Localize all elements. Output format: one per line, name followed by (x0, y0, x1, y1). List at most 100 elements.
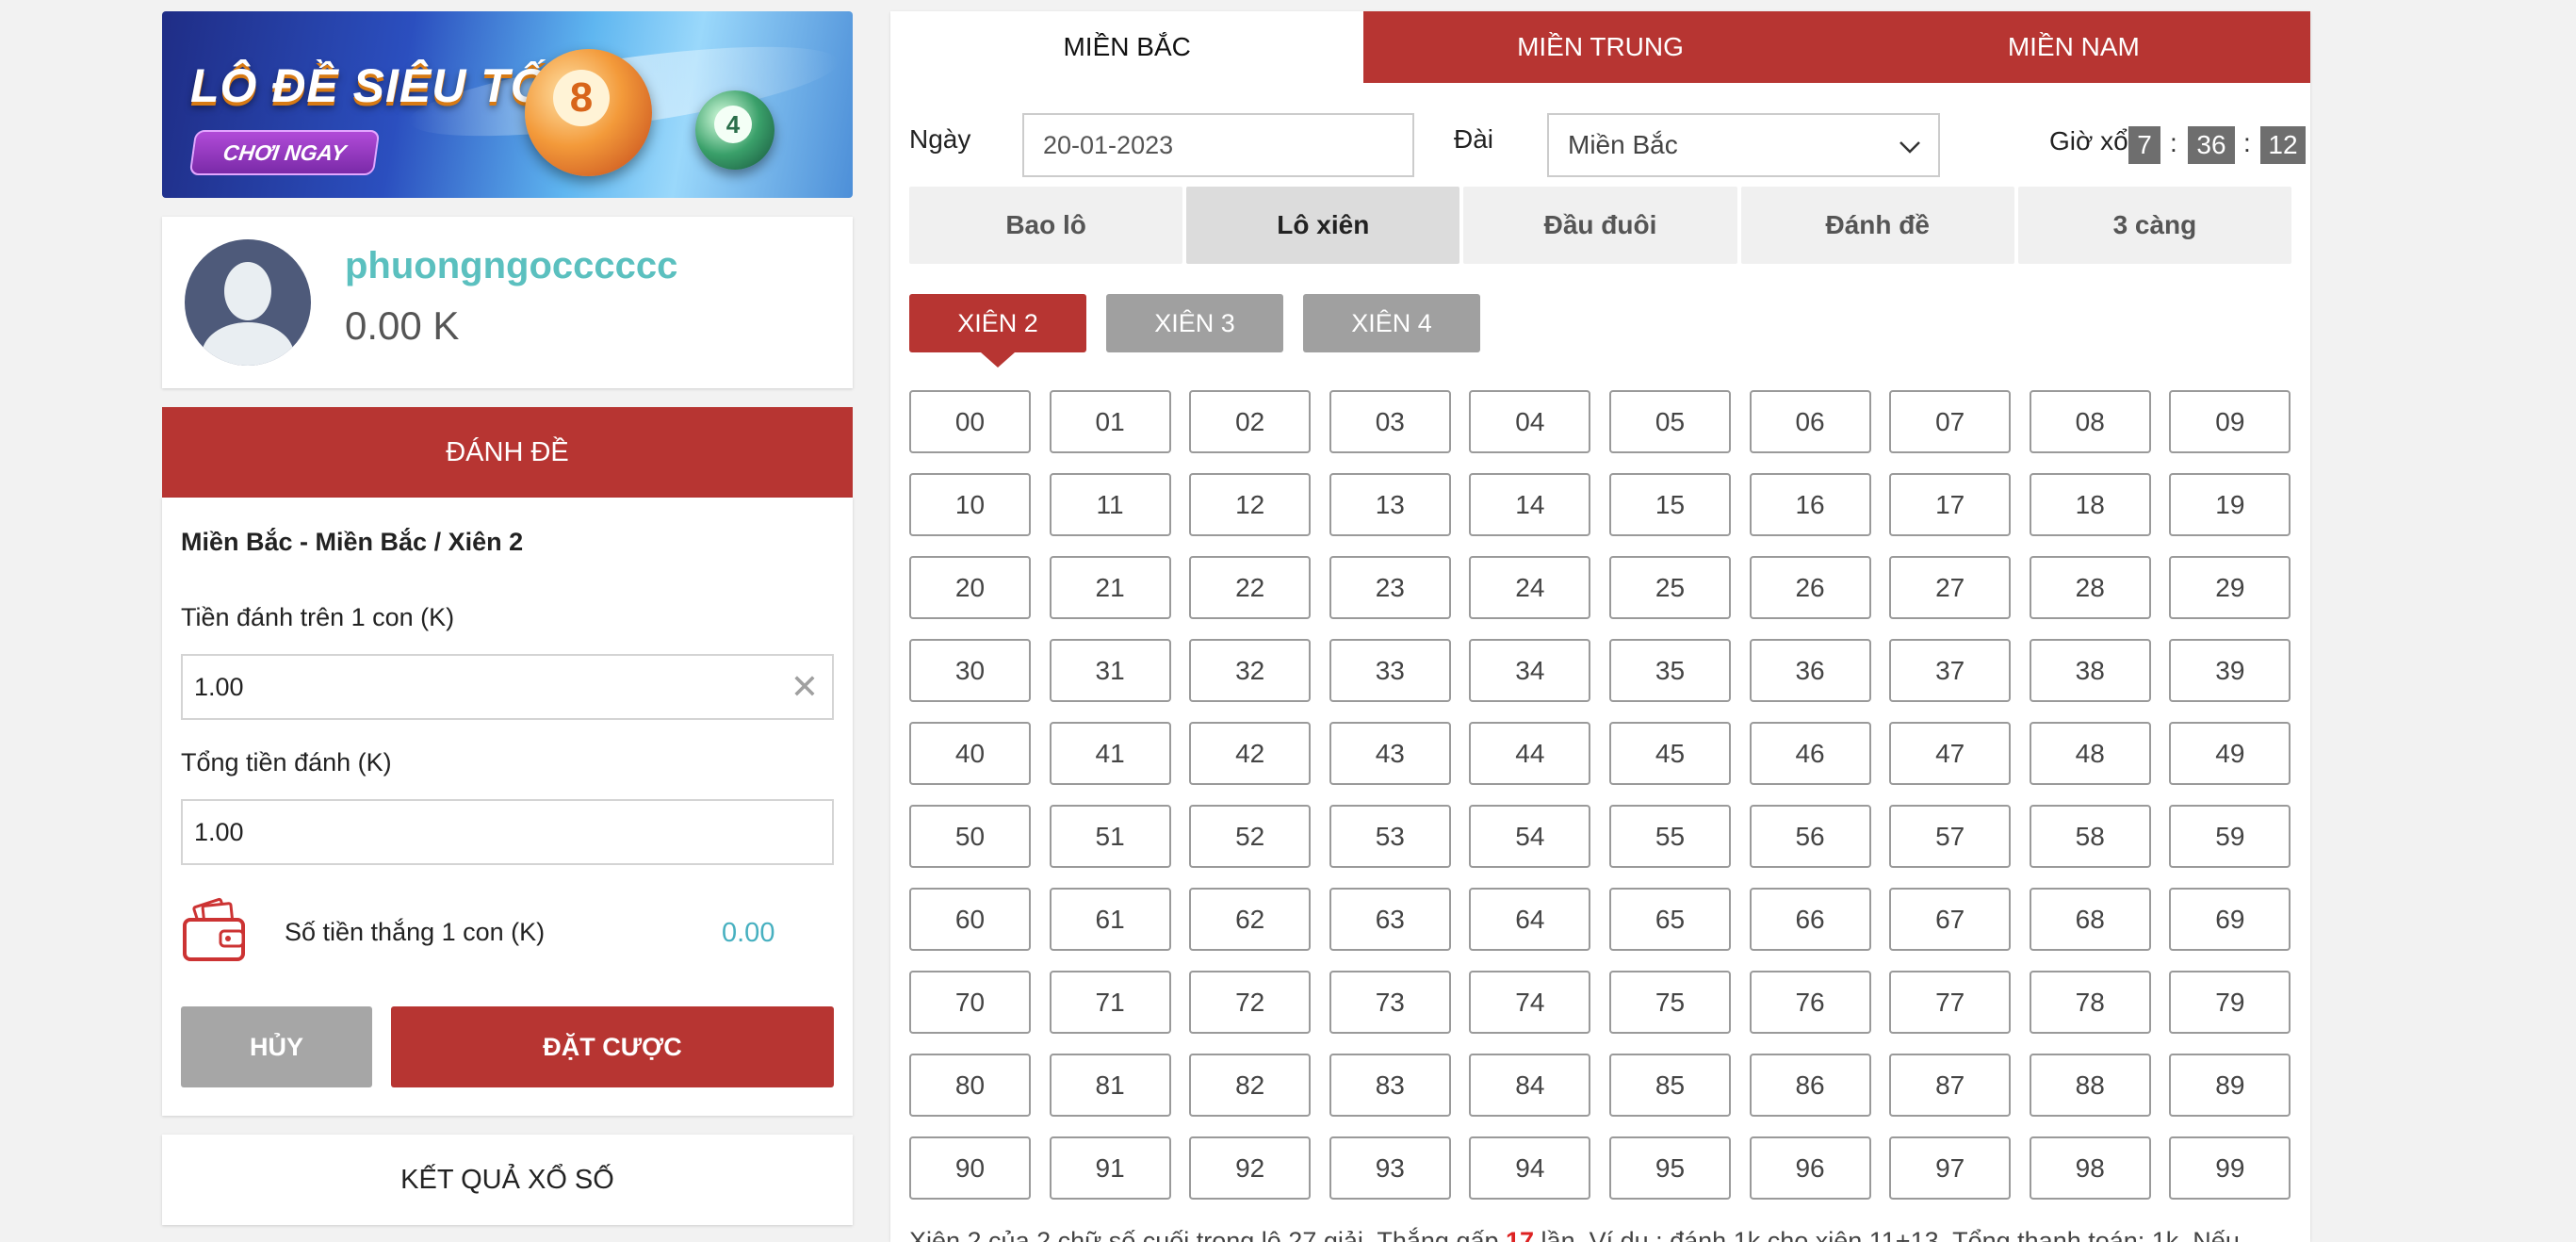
number-cell[interactable]: 59 (2169, 805, 2291, 868)
number-cell[interactable]: 33 (1329, 639, 1451, 702)
number-cell[interactable]: 97 (1889, 1136, 2012, 1200)
number-cell[interactable]: 11 (1049, 473, 1171, 536)
number-cell[interactable]: 28 (2029, 556, 2151, 619)
number-cell[interactable]: 00 (909, 390, 1031, 453)
number-cell[interactable]: 57 (1889, 805, 2012, 868)
number-cell[interactable]: 67 (1889, 888, 2012, 951)
number-cell[interactable]: 18 (2029, 473, 2151, 536)
number-cell[interactable]: 40 (909, 722, 1031, 785)
number-cell[interactable]: 66 (1749, 888, 1871, 951)
number-cell[interactable]: 55 (1608, 805, 1731, 868)
number-cell[interactable]: 88 (2029, 1054, 2151, 1117)
clear-icon[interactable]: ✕ (791, 669, 819, 705)
number-cell[interactable]: 90 (909, 1136, 1031, 1200)
number-cell[interactable]: 89 (2169, 1054, 2291, 1117)
number-cell[interactable]: 51 (1049, 805, 1171, 868)
number-cell[interactable]: 76 (1749, 971, 1871, 1034)
number-cell[interactable]: 05 (1608, 390, 1731, 453)
tab-xien-3[interactable]: XIÊN 3 (1106, 294, 1283, 352)
avatar[interactable] (185, 239, 311, 366)
number-cell[interactable]: 48 (2029, 722, 2151, 785)
number-cell[interactable]: 71 (1049, 971, 1171, 1034)
number-cell[interactable]: 81 (1049, 1054, 1171, 1117)
number-cell[interactable]: 92 (1189, 1136, 1312, 1200)
tab-mien-bac[interactable]: MIỀN BẮC (890, 11, 1364, 83)
number-cell[interactable]: 03 (1329, 390, 1451, 453)
number-cell[interactable]: 63 (1329, 888, 1451, 951)
number-cell[interactable]: 36 (1749, 639, 1871, 702)
play-now-button[interactable]: CHƠI NGAY (188, 130, 381, 175)
number-cell[interactable]: 22 (1189, 556, 1312, 619)
number-cell[interactable]: 47 (1889, 722, 2012, 785)
number-cell[interactable]: 50 (909, 805, 1031, 868)
total-input[interactable]: 1.00 (181, 799, 834, 865)
number-cell[interactable]: 45 (1608, 722, 1731, 785)
number-cell[interactable]: 80 (909, 1054, 1031, 1117)
number-cell[interactable]: 09 (2169, 390, 2291, 453)
date-input[interactable]: 20-01-2023 (1022, 113, 1414, 177)
tab-mien-trung[interactable]: MIỀN TRUNG (1363, 11, 1837, 83)
number-cell[interactable]: 69 (2169, 888, 2291, 951)
number-cell[interactable]: 27 (1889, 556, 2012, 619)
number-cell[interactable]: 39 (2169, 639, 2291, 702)
number-cell[interactable]: 10 (909, 473, 1031, 536)
number-cell[interactable]: 70 (909, 971, 1031, 1034)
number-cell[interactable]: 86 (1749, 1054, 1871, 1117)
number-cell[interactable]: 37 (1889, 639, 2012, 702)
number-cell[interactable]: 04 (1469, 390, 1591, 453)
number-cell[interactable]: 49 (2169, 722, 2291, 785)
number-cell[interactable]: 06 (1749, 390, 1871, 453)
number-cell[interactable]: 74 (1469, 971, 1591, 1034)
tab-3-cang[interactable]: 3 càng (2017, 187, 2292, 264)
number-cell[interactable]: 17 (1889, 473, 2012, 536)
number-cell[interactable]: 41 (1049, 722, 1171, 785)
station-select[interactable]: Miền Bắc (1547, 113, 1940, 177)
number-cell[interactable]: 60 (909, 888, 1031, 951)
number-cell[interactable]: 78 (2029, 971, 2151, 1034)
number-cell[interactable]: 83 (1329, 1054, 1451, 1117)
number-cell[interactable]: 24 (1469, 556, 1591, 619)
number-cell[interactable]: 13 (1329, 473, 1451, 536)
cancel-button[interactable]: HỦY (181, 1006, 372, 1087)
number-cell[interactable]: 84 (1469, 1054, 1591, 1117)
number-cell[interactable]: 42 (1189, 722, 1312, 785)
promo-banner[interactable]: LÔ ĐỀ SIÊU TỐC CHƠI NGAY 8 4 (162, 11, 853, 198)
number-cell[interactable]: 20 (909, 556, 1031, 619)
number-cell[interactable]: 91 (1049, 1136, 1171, 1200)
number-cell[interactable]: 54 (1469, 805, 1591, 868)
number-cell[interactable]: 68 (2029, 888, 2151, 951)
number-cell[interactable]: 82 (1189, 1054, 1312, 1117)
number-cell[interactable]: 98 (2029, 1136, 2151, 1200)
number-cell[interactable]: 94 (1469, 1136, 1591, 1200)
number-cell[interactable]: 08 (2029, 390, 2151, 453)
number-cell[interactable]: 07 (1889, 390, 2012, 453)
number-cell[interactable]: 34 (1469, 639, 1591, 702)
tab-lo-xien[interactable]: Lô xiên (1186, 187, 1460, 264)
lottery-results-link[interactable]: KẾT QUẢ XỔ SỐ (162, 1135, 853, 1225)
number-cell[interactable]: 96 (1749, 1136, 1871, 1200)
number-cell[interactable]: 61 (1049, 888, 1171, 951)
number-cell[interactable]: 44 (1469, 722, 1591, 785)
number-cell[interactable]: 31 (1049, 639, 1171, 702)
number-cell[interactable]: 75 (1608, 971, 1731, 1034)
number-cell[interactable]: 93 (1329, 1136, 1451, 1200)
number-cell[interactable]: 73 (1329, 971, 1451, 1034)
tab-mien-nam[interactable]: MIỀN NAM (1836, 11, 2310, 83)
number-cell[interactable]: 58 (2029, 805, 2151, 868)
number-cell[interactable]: 01 (1049, 390, 1171, 453)
number-cell[interactable]: 12 (1189, 473, 1312, 536)
number-cell[interactable]: 16 (1749, 473, 1871, 536)
number-cell[interactable]: 02 (1189, 390, 1312, 453)
number-cell[interactable]: 56 (1749, 805, 1871, 868)
tab-xien-4[interactable]: XIÊN 4 (1303, 294, 1480, 352)
number-cell[interactable]: 85 (1608, 1054, 1731, 1117)
number-cell[interactable]: 30 (909, 639, 1031, 702)
number-cell[interactable]: 77 (1889, 971, 2012, 1034)
number-cell[interactable]: 52 (1189, 805, 1312, 868)
number-cell[interactable]: 26 (1749, 556, 1871, 619)
place-bet-button[interactable]: ĐẶT CƯỢC (391, 1006, 834, 1087)
number-cell[interactable]: 14 (1469, 473, 1591, 536)
number-cell[interactable]: 53 (1329, 805, 1451, 868)
number-cell[interactable]: 64 (1469, 888, 1591, 951)
number-cell[interactable]: 79 (2169, 971, 2291, 1034)
